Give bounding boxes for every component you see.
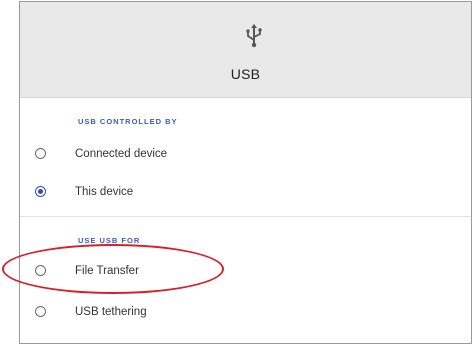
divider bbox=[20, 216, 471, 217]
option-label: USB tethering bbox=[75, 306, 147, 318]
header: USB bbox=[20, 2, 471, 98]
radio-button[interactable] bbox=[35, 306, 46, 317]
highlight-ellipse bbox=[2, 244, 224, 294]
option-usb-tethering[interactable]: USB tethering bbox=[20, 296, 471, 328]
option-label: Connected device bbox=[75, 148, 168, 160]
option-label: This device bbox=[75, 186, 134, 198]
radio-button-selected[interactable] bbox=[35, 186, 46, 197]
option-connected-device[interactable]: Connected device bbox=[20, 138, 471, 170]
usb-icon bbox=[246, 24, 262, 48]
page-title: USB bbox=[230, 66, 261, 82]
option-this-device[interactable]: This device bbox=[20, 176, 471, 208]
radio-button[interactable] bbox=[35, 148, 46, 159]
section-label-controlled-by: USB CONTROLLED BY bbox=[78, 117, 178, 126]
